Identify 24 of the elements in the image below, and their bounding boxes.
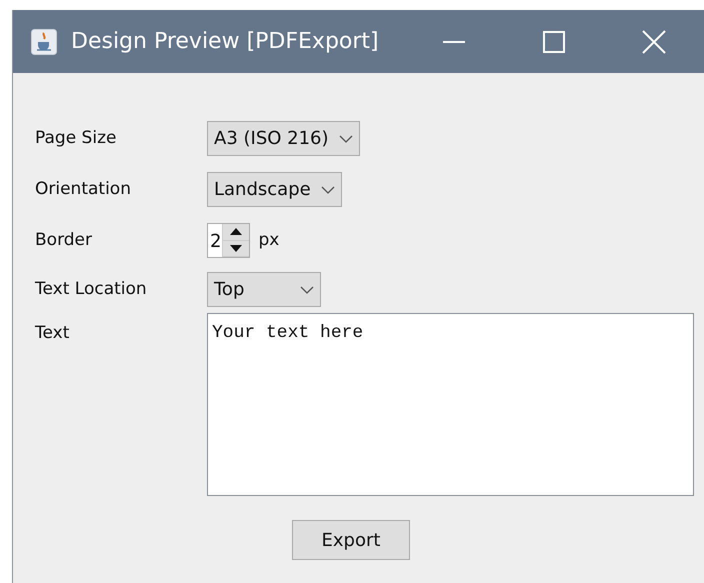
chevron-down-icon xyxy=(300,286,314,294)
increment-button[interactable] xyxy=(223,224,250,240)
window-title: Design Preview [PDFExport] xyxy=(71,28,379,56)
number-spinner[interactable]: 2 xyxy=(207,223,250,258)
coffee-cup-icon xyxy=(31,28,57,54)
field-label: Orientation xyxy=(35,178,132,201)
dropdown[interactable]: Landscape xyxy=(207,172,342,207)
chevron-down-icon xyxy=(320,186,335,194)
dropdown[interactable]: Top xyxy=(207,272,321,307)
minimize-icon xyxy=(443,40,465,42)
text-area[interactable]: Your text here xyxy=(207,313,694,496)
triangle-up-icon xyxy=(230,228,242,236)
maximize-icon xyxy=(543,30,565,52)
chevron-down-icon xyxy=(338,134,353,142)
field-label: Text xyxy=(35,322,70,345)
field-label: Border xyxy=(35,228,93,252)
decrement-button[interactable] xyxy=(223,240,250,257)
dropdown[interactable]: A3 (ISO 216) xyxy=(207,121,360,156)
field-label: Page Size xyxy=(35,126,118,150)
triangle-down-icon xyxy=(230,244,242,252)
field-label: Text Location xyxy=(35,278,148,301)
close-icon xyxy=(642,30,666,54)
unit-label: px xyxy=(258,228,280,252)
export-button[interactable]: Export xyxy=(292,520,410,560)
